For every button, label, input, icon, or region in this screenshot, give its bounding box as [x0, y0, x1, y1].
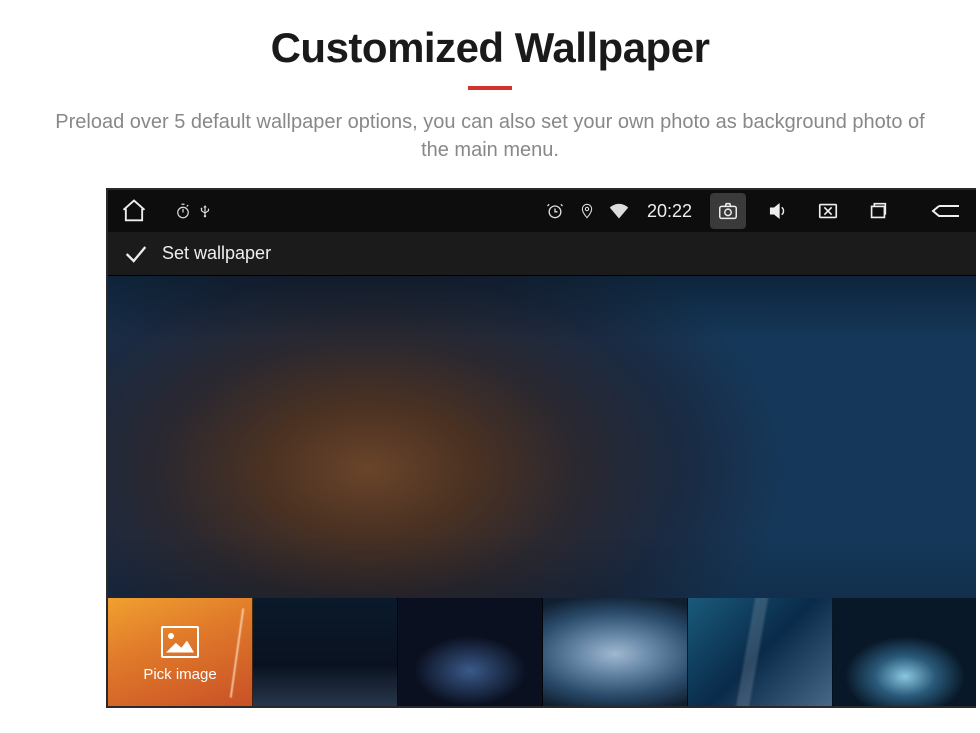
- stopwatch-icon: [174, 202, 192, 220]
- title-underline: [468, 86, 512, 90]
- alarm-icon: [545, 201, 565, 221]
- status-time: 20:22: [647, 201, 692, 222]
- location-icon: [579, 201, 595, 221]
- pick-image-label: Pick image: [143, 666, 216, 683]
- wallpaper-thumbnail[interactable]: [253, 598, 398, 708]
- page-subtitle: Preload over 5 default wallpaper options…: [50, 108, 930, 164]
- home-icon[interactable]: [120, 197, 148, 225]
- wallpaper-thumbnail[interactable]: [398, 598, 543, 708]
- wallpaper-thumbnail-strip[interactable]: Pick image: [108, 598, 976, 708]
- back-button[interactable]: [928, 193, 964, 229]
- status-bar: 20:22: [108, 190, 976, 232]
- recents-button[interactable]: [860, 193, 896, 229]
- wallpaper-preview[interactable]: [108, 276, 976, 598]
- device-screenshot: 20:22: [106, 188, 976, 708]
- action-bar-title: Set wallpaper: [162, 243, 271, 264]
- back-icon: [929, 200, 963, 222]
- wallpaper-thumbnail[interactable]: [543, 598, 688, 708]
- action-bar: Set wallpaper: [108, 232, 976, 276]
- wallpaper-thumbnail[interactable]: [833, 598, 976, 708]
- page-title: Customized Wallpaper: [0, 24, 980, 72]
- usb-icon: [198, 202, 212, 220]
- screen-off-icon: [816, 200, 840, 222]
- camera-icon: [716, 200, 740, 222]
- pick-image-button[interactable]: Pick image: [108, 598, 253, 708]
- wallpaper-thumbnail[interactable]: [688, 598, 833, 708]
- recents-icon: [866, 200, 890, 222]
- volume-icon: [766, 200, 790, 222]
- image-icon: [161, 626, 199, 658]
- wifi-icon: [609, 203, 629, 219]
- volume-button[interactable]: [760, 193, 796, 229]
- screenshot-button[interactable]: [710, 193, 746, 229]
- confirm-wallpaper-button[interactable]: [122, 240, 150, 268]
- screen-off-button[interactable]: [810, 193, 846, 229]
